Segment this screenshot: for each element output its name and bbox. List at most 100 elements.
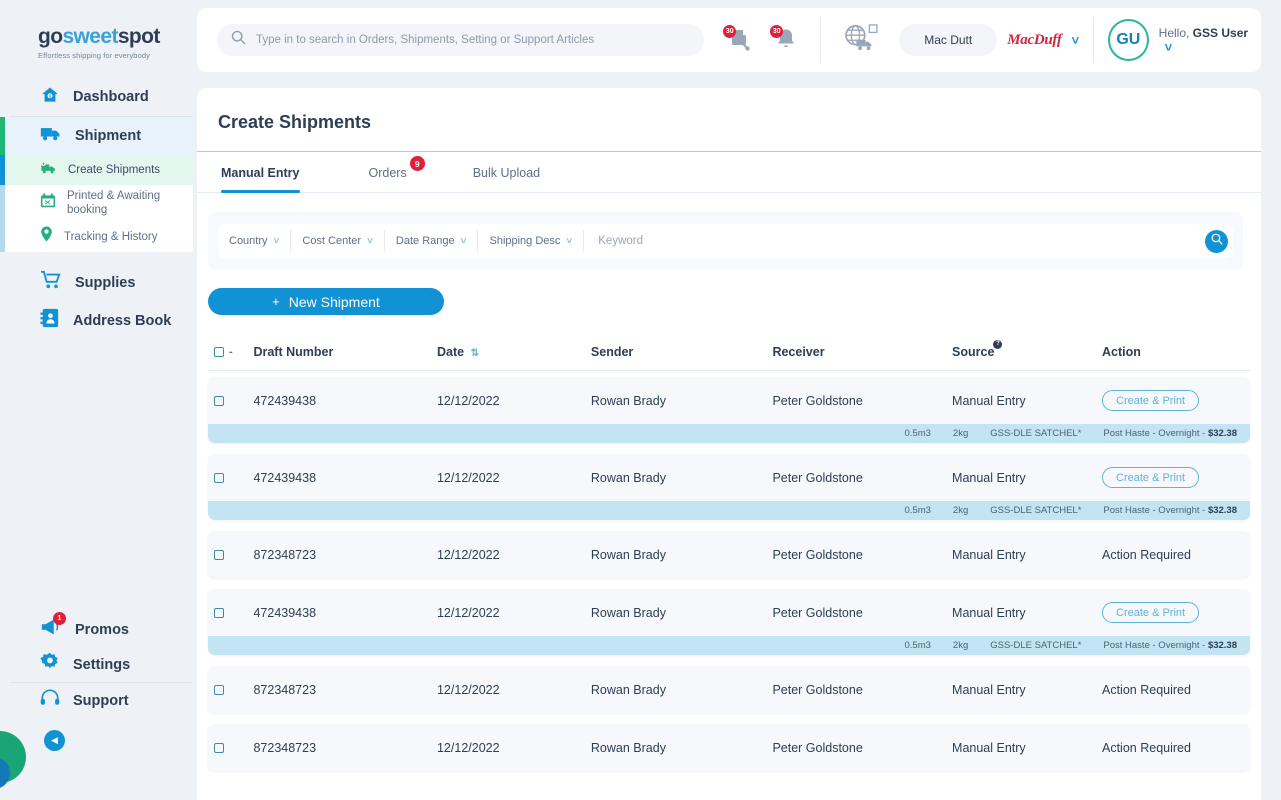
sidebar-item-create-shipments[interactable]: Create Shipments xyxy=(0,155,193,185)
bell-icon[interactable]: 30 xyxy=(770,25,800,53)
row-checkbox[interactable] xyxy=(214,607,224,618)
row-checkbox[interactable] xyxy=(214,549,224,560)
sidebar-item-dashboard[interactable]: $ Dashboard xyxy=(0,78,193,116)
search-icon xyxy=(1211,232,1223,250)
select-all-checkbox[interactable] xyxy=(214,346,224,357)
row-select-cell xyxy=(208,549,253,560)
cell-source: Manual Entry xyxy=(952,605,1026,620)
cell-source: Manual Entry xyxy=(952,393,1026,408)
column-header-receiver[interactable]: Receiver xyxy=(772,345,952,359)
source-info-icon[interactable]: ? xyxy=(993,339,1003,349)
filter-date-range-dropdown[interactable]: Date Range ˅ xyxy=(385,230,479,252)
sidebar: gosweetspot Effortless shipping for ever… xyxy=(0,0,193,800)
row-detail-strip: 0.5m3 2kg GSS-DLE SATCHEL* Post Haste - Ove… xyxy=(208,636,1250,655)
column-header-date[interactable]: Date ⇅ xyxy=(437,345,591,359)
shipments-table: - Draft Number Date ⇅ Sender Receiver So… xyxy=(208,339,1250,771)
filter-search-button[interactable] xyxy=(1205,229,1228,253)
table-header-row: - Draft Number Date ⇅ Sender Receiver So… xyxy=(208,339,1250,371)
address-book-icon xyxy=(40,308,60,333)
sidebar-item-support[interactable]: Support xyxy=(0,683,193,718)
detail-carrier: Post Haste - Overnight - $32.38 xyxy=(1103,505,1237,516)
global-search-input[interactable]: Type in to search in Orders, Shipments, … xyxy=(217,24,705,56)
sidebar-item-promos[interactable]: 1 Promos xyxy=(0,612,193,647)
sidebar-item-shipment[interactable]: Shipment xyxy=(0,117,193,155)
avatar[interactable]: GU xyxy=(1108,19,1149,61)
cell-draft-number: 472439438 xyxy=(253,605,317,620)
create-and-print-button[interactable]: Create & Print xyxy=(1102,390,1200,411)
row-select-cell xyxy=(208,472,253,483)
sort-icon[interactable]: ⇅ xyxy=(471,348,479,359)
cell-receiver: Peter Goldstone xyxy=(772,682,863,697)
cell-sender: Rowan Brady xyxy=(590,740,666,755)
filter-label: Shipping Desc xyxy=(489,235,561,247)
detail-product: GSS-DLE SATCHEL* xyxy=(990,428,1082,439)
cell-receiver: Peter Goldstone xyxy=(772,605,863,620)
cart-icon xyxy=(40,270,62,295)
row-checkbox[interactable] xyxy=(214,395,224,406)
row-select-cell xyxy=(208,395,253,406)
column-header-draft-number[interactable]: Draft Number xyxy=(253,345,437,359)
table-row[interactable]: 472439438 12/12/2022 Rowan Brady Peter Gold… xyxy=(208,377,1250,443)
sidebar-item-label: Settings xyxy=(73,656,131,673)
filter-shipping-desc-dropdown[interactable]: Shipping Desc ˅ xyxy=(478,230,585,252)
table-row[interactable]: 872348723 12/12/2022 Rowan Brady Peter Gold… xyxy=(208,531,1250,578)
tab-manual-entry[interactable]: Manual Entry xyxy=(209,152,316,193)
table-row-main: 472439438 12/12/2022 Rowan Brady Peter Gold… xyxy=(208,589,1250,636)
table-row[interactable]: 472439438 12/12/2022 Rowan Brady Peter Gold… xyxy=(208,454,1250,520)
create-and-print-button[interactable]: Create & Print xyxy=(1102,602,1200,623)
table-row[interactable]: 872348723 12/12/2022 Rowan Brady Peter Gold… xyxy=(208,724,1250,771)
filter-label: Date Range xyxy=(395,235,455,247)
sidebar-collapse-button[interactable]: ◀ xyxy=(44,730,65,751)
cell-date: 12/12/2022 xyxy=(436,393,500,408)
cell-action: Action Required xyxy=(1102,683,1250,697)
cell-action: Action Required xyxy=(1102,741,1250,755)
plus-icon: + xyxy=(272,294,280,309)
cell-date: 12/12/2022 xyxy=(436,740,500,755)
chevron-down-icon: ˅ xyxy=(1164,39,1173,55)
printer-icon[interactable]: 30 xyxy=(723,25,752,53)
sidebar-item-settings[interactable]: Settings xyxy=(0,647,193,682)
sidebar-item-supplies[interactable]: Supplies xyxy=(0,264,193,302)
tab-bulk-upload[interactable]: Bulk Upload xyxy=(423,152,556,192)
keyword-placeholder: Keyword xyxy=(598,235,644,247)
column-header-source[interactable]: Source ? xyxy=(952,339,1102,359)
cell-source: Manual Entry xyxy=(952,682,1026,697)
filter-cost-center-dropdown[interactable]: Cost Center ˅ xyxy=(291,230,385,252)
truck-icon xyxy=(40,124,62,149)
row-checkbox[interactable] xyxy=(214,684,224,695)
column-label: Source xyxy=(952,344,995,359)
tab-orders[interactable]: Orders 9 xyxy=(316,152,425,192)
detail-weight: 2kg xyxy=(952,505,969,516)
accent-bar xyxy=(0,221,5,252)
cell-sender: Rowan Brady xyxy=(590,682,666,697)
sidebar-item-address-book[interactable]: Address Book xyxy=(0,302,193,340)
table-row-main: 872348723 12/12/2022 Rowan Brady Peter Gold… xyxy=(208,531,1250,578)
account-name-pill[interactable]: Mac Dutt xyxy=(899,24,998,56)
chevron-down-icon: ˅ xyxy=(566,235,573,247)
filter-country-dropdown[interactable]: Country ˅ xyxy=(218,230,292,252)
sidebar-item-printed-awaiting-booking[interactable]: Printed & Awaiting booking xyxy=(0,185,193,222)
column-header-sender[interactable]: Sender xyxy=(591,345,773,359)
sidebar-subitem-label: Printed & Awaiting booking xyxy=(67,190,161,217)
create-and-print-button[interactable]: Create & Print xyxy=(1102,467,1200,488)
row-detail-strip: 0.5m3 2kg GSS-DLE SATCHEL* Post Haste - Ove… xyxy=(208,501,1250,520)
app-logo[interactable]: gosweetspot Effortless shipping for ever… xyxy=(0,0,193,78)
detail-volume: 0.5m3 xyxy=(904,640,931,651)
brand-switcher[interactable]: MacDuff ˅ xyxy=(999,21,1087,59)
table-row[interactable]: 472439438 12/12/2022 Rowan Brady Peter Gold… xyxy=(208,589,1250,655)
row-checkbox[interactable] xyxy=(214,742,224,753)
new-shipment-button[interactable]: + New Shipment xyxy=(208,288,444,315)
row-checkbox[interactable] xyxy=(214,472,224,483)
sidebar-subnav: Create Shipments Printed & Awaiting book… xyxy=(0,155,193,252)
action-required-label: Action Required xyxy=(1102,547,1191,562)
filter-bar: Country ˅ Cost Center ˅ Date Range ˅ Shi… xyxy=(208,212,1243,270)
table-row[interactable]: 872348723 12/12/2022 Rowan Brady Peter Gold… xyxy=(208,666,1250,713)
tab-label: Orders xyxy=(368,166,407,180)
select-all-cell: - xyxy=(208,346,253,358)
keyword-search-input[interactable]: Keyword xyxy=(584,235,1205,247)
sidebar-item-tracking-history[interactable]: Tracking & History xyxy=(0,221,193,252)
user-menu[interactable]: Hello, GSS User ˅ xyxy=(1159,26,1261,55)
globe-truck-icon[interactable] xyxy=(843,23,879,57)
filter-section: Country ˅ Cost Center ˅ Date Range ˅ Shi… xyxy=(197,193,1261,270)
sidebar-bottom-nav: 1 Promos Settings Support xyxy=(0,612,193,718)
